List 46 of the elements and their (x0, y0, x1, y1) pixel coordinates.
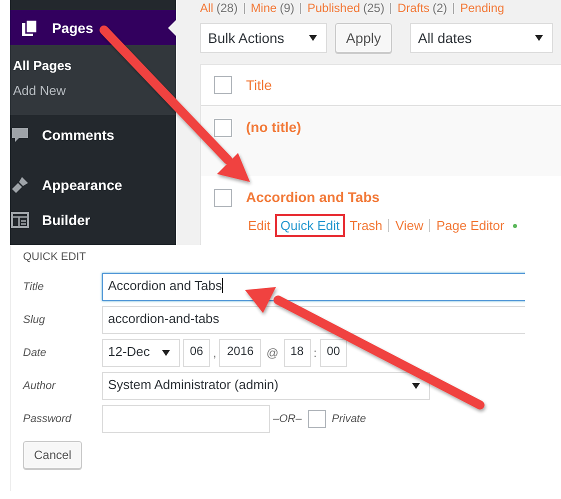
private-label: Private (332, 412, 366, 424)
private-checkbox[interactable] (308, 410, 326, 428)
checkbox[interactable] (214, 119, 232, 137)
filter-count: (2) (432, 1, 448, 15)
author-dropdown[interactable]: System Administrator (admin) (102, 372, 430, 400)
cancel-button[interactable]: Cancel (23, 441, 82, 469)
paintbrush-icon (10, 175, 30, 195)
sidebar-item[interactable]: Pages (10, 10, 176, 45)
status-dot (513, 224, 518, 228)
title-field[interactable]: Accordion and Tabs (102, 272, 525, 300)
checkbox[interactable] (214, 76, 232, 94)
day-field[interactable]: 06 (183, 338, 210, 366)
or-text: –OR– (273, 412, 302, 424)
caret-icon (309, 35, 317, 41)
slug-field[interactable]: accordion-and-tabs (102, 306, 525, 334)
sidebar-item[interactable]: Comments (10, 117, 176, 153)
filter-count: (25) (363, 1, 384, 15)
sidebar-item[interactable]: Appearance (10, 167, 176, 203)
date-filter-dropdown[interactable]: All dates (410, 23, 554, 53)
date-separator: , (213, 346, 216, 360)
sidebar-item[interactable]: Builder (10, 203, 176, 237)
month-dropdown[interactable]: 12-Dec (102, 338, 180, 366)
filter-count: (28) (216, 1, 238, 15)
year-field[interactable]: 2016 (219, 338, 262, 366)
apply-button[interactable]: Apply (335, 23, 392, 53)
time-separator: : (314, 346, 317, 360)
minute-field[interactable]: 00 (320, 338, 347, 366)
field-label: Slug (23, 314, 46, 326)
field-label: Date (23, 346, 48, 358)
bulk-actions-dropdown[interactable]: Bulk Actions (200, 23, 327, 53)
panel-heading: QUICK EDIT (23, 251, 87, 263)
field-label: Author (23, 380, 57, 392)
submenu-item[interactable]: Add New (10, 78, 176, 103)
speech-bubble-icon (10, 125, 30, 145)
checkbox[interactable] (214, 189, 232, 207)
caret-icon (162, 350, 170, 356)
caret-icon (535, 35, 544, 41)
field-label: Title (23, 280, 45, 292)
caret-icon (412, 382, 420, 388)
hour-field[interactable]: 18 (284, 338, 311, 366)
at-sign: @ (266, 346, 279, 360)
filter-count: (9) (280, 1, 294, 15)
submenu-item[interactable]: All Pages (10, 53, 176, 78)
password-field[interactable] (102, 404, 270, 432)
field-label: Password (23, 412, 72, 424)
layout-icon (10, 210, 30, 230)
